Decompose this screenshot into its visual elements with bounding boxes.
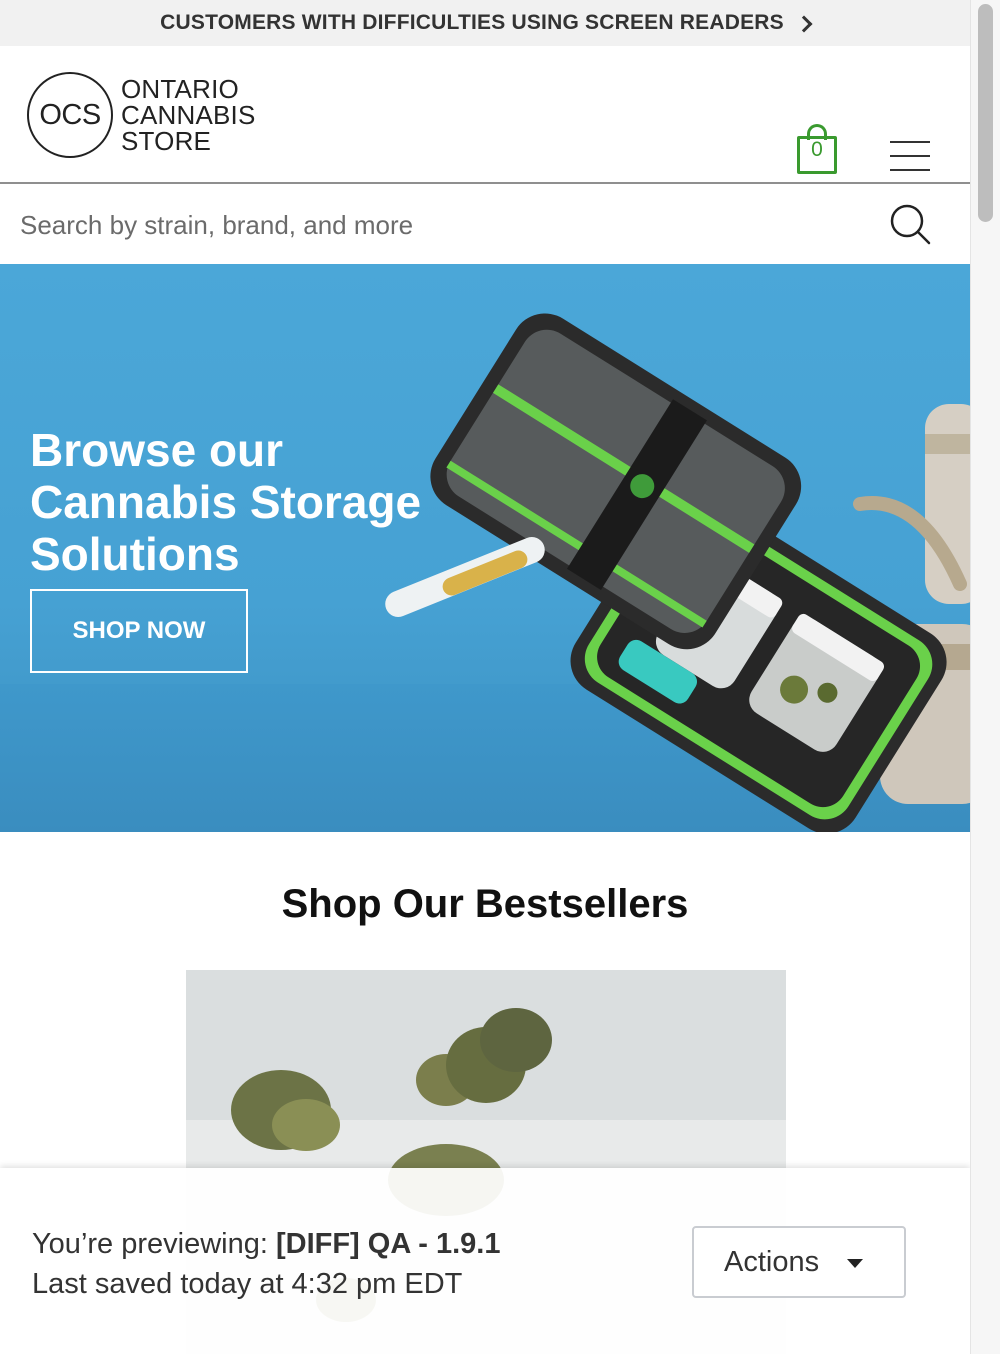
logo-line-1: ONTARIO xyxy=(121,74,239,104)
scrollbar-thumb[interactable] xyxy=(978,4,993,222)
actions-label: Actions xyxy=(724,1245,820,1278)
hero-banner: Browse our Cannabis Storage Solutions SH… xyxy=(0,264,970,832)
caret-down-icon xyxy=(847,1259,863,1268)
search-bar xyxy=(0,184,970,266)
search-input[interactable] xyxy=(0,184,882,266)
shopping-bag-button[interactable]: 0 xyxy=(797,124,837,174)
page: CUSTOMERS WITH DIFFICULTIES USING SCREEN… xyxy=(0,0,970,1354)
vertical-scrollbar[interactable] xyxy=(970,0,1000,1354)
ocs-logo[interactable]: OCS ONTARIO CANNABIS STORE xyxy=(27,72,256,158)
screen-reader-banner-text: CUSTOMERS WITH DIFFICULTIES USING SCREEN… xyxy=(160,11,784,34)
preview-name: [DIFF] QA - 1.9.1 xyxy=(275,1228,501,1260)
last-saved-text: Last saved today at 4:32 pm EDT xyxy=(32,1268,463,1300)
actions-dropdown-button[interactable]: Actions xyxy=(692,1226,906,1298)
logo-line-2: CANNABIS xyxy=(121,100,256,130)
screen-reader-banner[interactable]: CUSTOMERS WITH DIFFICULTIES USING SCREEN… xyxy=(0,0,970,46)
preview-prefix: You’re previewing: xyxy=(32,1228,276,1260)
chevron-right-icon xyxy=(795,15,813,33)
shop-now-button[interactable]: SHOP NOW xyxy=(30,589,248,673)
preview-info: You’re previewing: [DIFF] QA - 1.9.1 Las… xyxy=(32,1224,500,1304)
logo-line-3: STORE xyxy=(121,126,212,156)
hero-headline: Browse our Cannabis Storage Solutions xyxy=(30,424,422,580)
site-header: OCS ONTARIO CANNABIS STORE 0 xyxy=(0,46,970,184)
hamburger-menu-button[interactable] xyxy=(890,141,930,173)
logo-wordmark: ONTARIO CANNABIS STORE xyxy=(121,76,256,154)
search-icon[interactable] xyxy=(889,203,931,245)
menu-icon xyxy=(890,141,930,143)
cart-count: 0 xyxy=(811,138,823,161)
bestsellers-title: Shop Our Bestsellers xyxy=(281,882,689,926)
logo-mark: OCS xyxy=(27,72,113,158)
preview-bar: You’re previewing: [DIFF] QA - 1.9.1 Las… xyxy=(0,1168,970,1354)
preview-line: You’re previewing: [DIFF] QA - 1.9.1 xyxy=(32,1224,500,1264)
